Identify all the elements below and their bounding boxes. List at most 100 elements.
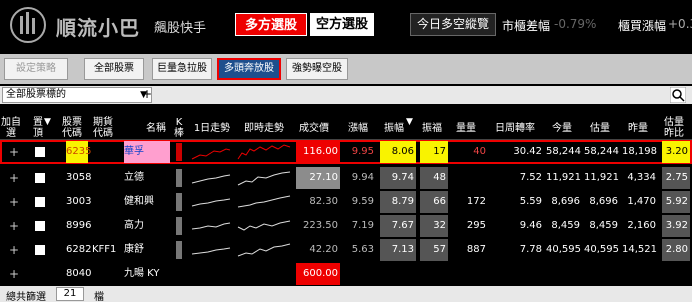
col-amplitude2[interactable]: 振福 <box>418 116 446 140</box>
market-overview-button[interactable]: 今日多空縱覽 <box>410 13 496 36</box>
price: 116.00 <box>296 141 340 163</box>
tab-long[interactable]: 多方選股 <box>235 13 307 36</box>
realtime-trend-chart <box>237 144 291 160</box>
col-qty[interactable]: 量量 <box>452 116 480 140</box>
col-today-volume[interactable]: 今量 <box>548 116 576 140</box>
col-turnover[interactable]: 日周轉率 <box>490 116 540 140</box>
table-row[interactable]: + 8040 九暘 KY 600.00 <box>0 262 692 286</box>
pin-checkbox[interactable] <box>35 173 45 183</box>
quantity: 887 <box>466 244 486 255</box>
table-row[interactable]: + 6235 華孚 116.00 9.95 8.06 17 40 30.42 5… <box>0 140 692 164</box>
add-watch-icon[interactable]: + <box>8 239 20 261</box>
change-pct: 9.59 <box>351 196 374 207</box>
total-filtered-count: 21 <box>56 287 84 301</box>
change-pct: 7.19 <box>351 220 374 231</box>
est-ratio: 3.20 <box>662 141 690 163</box>
day-trend-chart <box>191 247 231 255</box>
price: 600.00 <box>296 263 340 285</box>
turnover: 7.78 <box>519 244 542 255</box>
status-bar: 總共篩選 21 檔 <box>0 286 692 302</box>
add-watch-icon[interactable]: + <box>8 215 20 237</box>
col-amplitude[interactable]: 振幅 <box>380 116 408 140</box>
stock-code: 8996 <box>66 220 92 231</box>
col-price[interactable]: 成交價 <box>296 116 332 140</box>
amplitude-2: 48 <box>420 167 448 189</box>
quantity: 172 <box>466 196 486 207</box>
day-trend-chart <box>191 198 231 207</box>
amplitude: 7.13 <box>380 239 416 261</box>
col-realtime-trend[interactable]: 即時走勢 <box>238 116 290 140</box>
add-watch-icon[interactable]: + <box>8 263 20 285</box>
pin-checkbox[interactable] <box>35 245 45 255</box>
today-volume: 8,459 <box>551 220 580 231</box>
price: 223.50 <box>303 220 338 231</box>
realtime-trend-chart <box>237 220 291 231</box>
col-prev-volume[interactable]: 昨量 <box>624 116 652 140</box>
app-window: 順流小巴 飆股快手 多方選股 空方選股 今日多空縱覽 市櫃差幅 -0.79% 櫃… <box>0 0 692 302</box>
set-strategy-button[interactable]: 設定策略 <box>4 58 68 80</box>
col-name[interactable]: 名稱 <box>144 116 168 140</box>
kbar <box>176 169 182 187</box>
amplitude-2: 17 <box>420 141 448 163</box>
total-filtered-unit: 檔 <box>94 292 104 302</box>
estimated-volume: 58,244 <box>584 146 619 157</box>
realtime-trend-chart <box>237 171 291 186</box>
futures-code: KFF1 <box>92 244 117 255</box>
col-estimated-volume[interactable]: 估量 <box>586 116 614 140</box>
col-futures-code[interactable]: 期貨代碼 <box>92 116 114 140</box>
search-icon[interactable] <box>670 87 686 103</box>
filter-bar: 全部股票標的 ▼ + <box>0 86 692 104</box>
header: 順流小巴 飆股快手 多方選股 空方選股 今日多空縱覽 市櫃差幅 -0.79% 櫃… <box>0 0 692 50</box>
today-volume: 8,696 <box>551 196 580 207</box>
stock-name: 康舒 <box>124 244 144 255</box>
volume-surge-button[interactable]: 巨量急拉股 <box>152 58 212 80</box>
est-ratio: 2.80 <box>662 239 690 261</box>
stock-code: 3058 <box>66 172 92 183</box>
bull-breakout-button[interactable]: 多頭奔放股 <box>217 58 281 80</box>
col-stock-code[interactable]: 股票代碼 <box>60 116 84 140</box>
prev-volume: 2,160 <box>627 220 656 231</box>
stock-code: 6282 <box>66 244 92 255</box>
realtime-trend-chart <box>237 243 291 257</box>
pin-checkbox[interactable] <box>35 147 45 157</box>
logo-text: 順流小巴 <box>56 16 140 40</box>
stock-code: 3003 <box>66 196 92 207</box>
add-watch-icon[interactable]: + <box>8 167 20 189</box>
turnover: 9.46 <box>519 220 542 231</box>
change-pct: 5.63 <box>351 244 374 255</box>
col-day-trend[interactable]: 1日走勢 <box>190 116 234 140</box>
quantity: 40 <box>473 146 486 157</box>
col-est-ratio[interactable]: 估量昨比 <box>660 116 688 140</box>
table-row[interactable]: + 3058 立德 27.10 9.94 9.74 48 7.52 11,921… <box>0 166 692 190</box>
amplitude-2: 32 <box>420 215 448 237</box>
col-change[interactable]: 漲幅 <box>344 116 372 140</box>
futures-code <box>96 141 118 163</box>
prev-volume: 1,470 <box>627 196 656 207</box>
amplitude: 8.79 <box>380 191 416 213</box>
strong-short-button[interactable]: 強勢曝空股 <box>286 58 348 80</box>
add-watch-icon[interactable]: + <box>8 191 20 213</box>
turnover: 7.52 <box>519 172 542 183</box>
stock-name: 高力 <box>124 220 144 231</box>
kbar <box>176 193 182 211</box>
turnover: 30.42 <box>513 146 542 157</box>
table-row[interactable]: + 6282 KFF1 康舒 42.20 5.63 7.13 57 887 7.… <box>0 238 692 262</box>
table-row[interactable]: + 3003 健和興 82.30 9.59 8.79 66 172 5.59 8… <box>0 190 692 214</box>
stock-name: 華孚 <box>124 141 170 163</box>
add-watch-icon[interactable]: + <box>8 141 20 163</box>
stock-code: 8040 <box>66 268 92 279</box>
quantity: 295 <box>466 220 486 231</box>
stock-scope-select[interactable]: 全部股票標的 ▼ <box>2 87 152 103</box>
table-row[interactable]: + 8996 高力 223.50 7.19 7.67 32 295 9.46 8… <box>0 214 692 238</box>
estimated-volume: 11,921 <box>584 172 619 183</box>
col-kbar[interactable]: K棒 <box>174 116 184 140</box>
add-symbol-button[interactable]: + <box>142 87 152 103</box>
price: 82.30 <box>309 196 338 207</box>
today-volume: 11,921 <box>546 172 581 183</box>
tab-short[interactable]: 空方選股 <box>310 13 374 36</box>
all-stocks-button[interactable]: 全部股票 <box>84 58 144 80</box>
pin-checkbox[interactable] <box>35 197 45 207</box>
col-add-watch[interactable]: 加自選 <box>0 116 22 140</box>
pin-checkbox[interactable] <box>35 221 45 231</box>
table-body: + 6235 華孚 116.00 9.95 8.06 17 40 30.42 5… <box>0 140 692 286</box>
